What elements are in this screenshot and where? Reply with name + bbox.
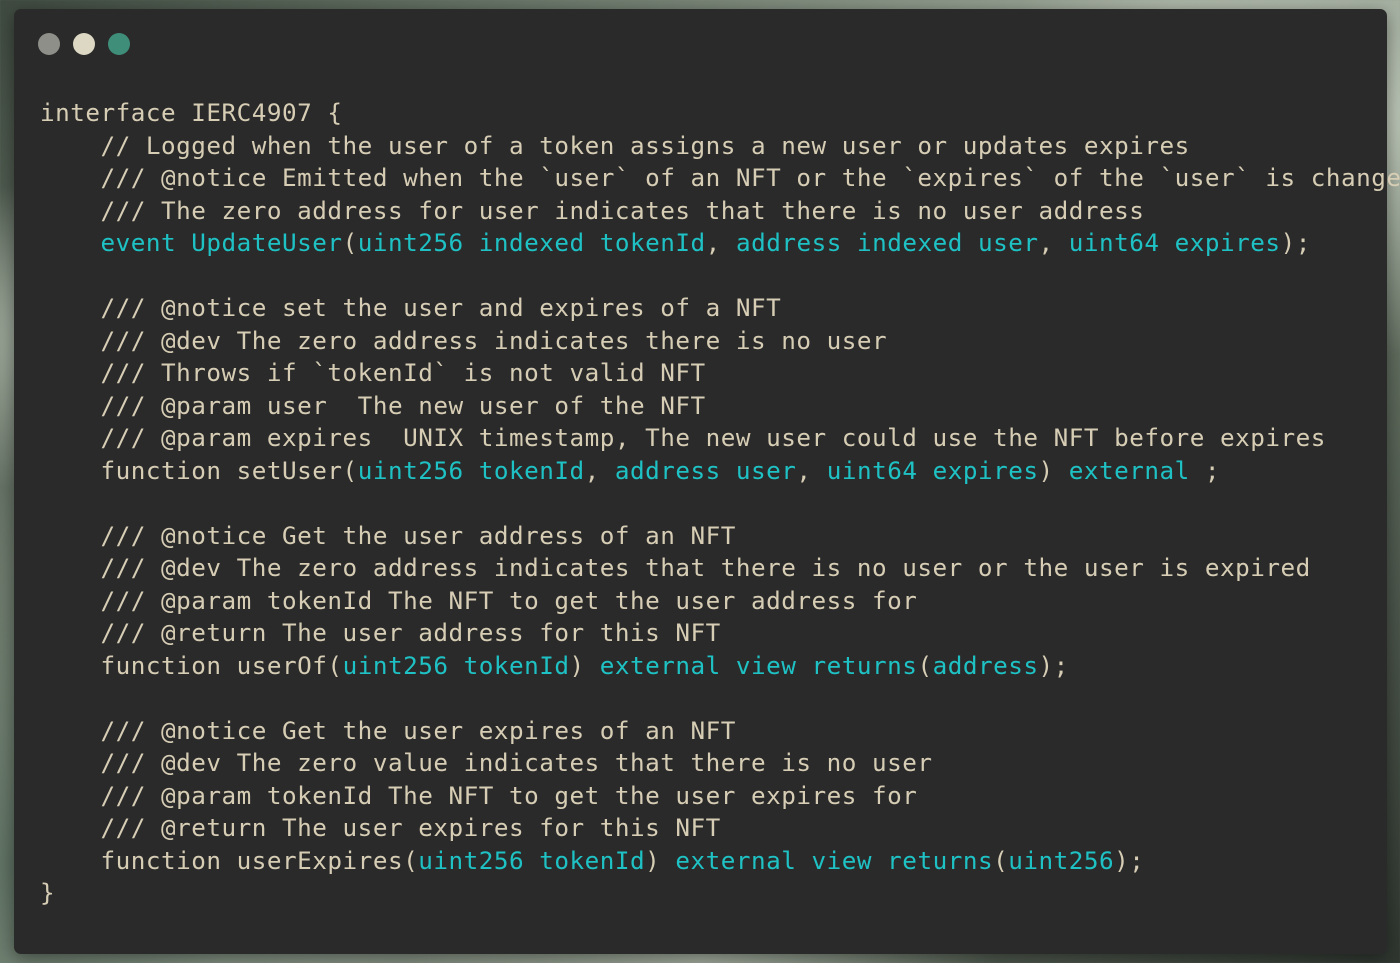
code-line: function setUser(uint256 tokenId, addres… (40, 455, 1400, 488)
code-text-token: /// @param expires UNIX timestamp, The n… (40, 423, 1326, 453)
code-line: /// @notice Emitted when the `user` of a… (40, 162, 1400, 195)
code-line: /// @notice set the user and expires of … (40, 292, 1400, 325)
code-window: interface IERC4907 { // Logged when the … (14, 9, 1400, 954)
code-line: } (40, 877, 1400, 910)
code-text-token: /// @notice set the user and expires of … (40, 292, 782, 322)
code-text-token: ) (569, 650, 600, 680)
code-keyword-token: address indexed user (735, 228, 1039, 258)
code-line: /// @param expires UNIX timestamp, The n… (40, 422, 1400, 455)
code-text-token: , (1038, 228, 1069, 258)
code-text-token: ); (1280, 228, 1311, 258)
code-text-token: ) (1038, 455, 1069, 485)
code-line: /// @return The user expires for this NF… (40, 812, 1400, 845)
code-line: /// @notice Get the user address of an N… (40, 520, 1400, 553)
code-text-token: ( (993, 845, 1009, 875)
code-text-token: function userOf( (40, 650, 343, 680)
code-text-token: ); (1114, 845, 1145, 875)
code-keyword-token: uint256 tokenId (342, 650, 570, 680)
code-text-token: ( (917, 650, 933, 680)
code-keyword-token: uint256 tokenId (418, 845, 646, 875)
code-text-token: /// @param user The new user of the NFT (40, 390, 706, 420)
code-text-token: function userExpires( (40, 845, 419, 875)
code-line: /// The zero address for user indicates … (40, 195, 1400, 228)
code-line: // Logged when the user of a token assig… (40, 130, 1400, 163)
code-text-token: , (705, 228, 736, 258)
code-text-token: /// @param tokenId The NFT to get the us… (40, 780, 918, 810)
code-text-token: ; (1189, 455, 1221, 485)
code-keyword-token: uint256 indexed tokenId (357, 228, 706, 258)
minimize-button[interactable] (73, 33, 95, 55)
code-line: function userOf(uint256 tokenId) externa… (40, 650, 1400, 683)
window-controls (38, 33, 130, 55)
code-text-token: /// @dev The zero address indicates ther… (40, 325, 888, 355)
zoom-button[interactable] (108, 33, 130, 55)
code-keyword-token: external view returns (675, 845, 994, 875)
code-text-token: interface IERC4907 { (40, 98, 343, 127)
code-keyword-token: address (932, 650, 1039, 680)
code-line: /// Throws if `tokenId` is not valid NFT (40, 357, 1400, 390)
code-text-token: ) (645, 845, 676, 875)
code-text-token: , (584, 455, 615, 485)
code-text-token: // Logged when the user of a token assig… (40, 130, 1190, 160)
code-text-token: /// @dev The zero value indicates that t… (40, 748, 933, 778)
code-text-token: /// @param tokenId The NFT to get the us… (40, 585, 918, 615)
close-button[interactable] (38, 33, 60, 55)
code-keyword-token: event UpdateUser (100, 228, 343, 258)
code-line: /// @dev The zero address indicates ther… (40, 325, 1400, 358)
code-line: /// @notice Get the user expires of an N… (40, 715, 1400, 748)
code-line: event UpdateUser(uint256 indexed tokenId… (40, 227, 1400, 260)
code-text-token: function setUser( (40, 455, 358, 485)
code-keyword-token: uint256 (1008, 845, 1115, 875)
code-text-token: , (796, 455, 827, 485)
code-text-token: /// @notice Get the user address of an N… (40, 520, 736, 550)
code-keyword-token: external (1068, 455, 1190, 485)
code-text-token: ( (342, 228, 358, 258)
code-line: /// @param tokenId The NFT to get the us… (40, 585, 1400, 618)
code-keyword-token: uint64 expires (1068, 228, 1281, 258)
code-keyword-token: address user (614, 455, 797, 485)
code-line: function userExpires(uint256 tokenId) ex… (40, 845, 1400, 878)
code-keyword-token: uint256 tokenId (357, 455, 585, 485)
code-line: /// @dev The zero address indicates that… (40, 552, 1400, 585)
code-line: /// @param user The new user of the NFT (40, 390, 1400, 423)
code-block: interface IERC4907 { // Logged when the … (40, 97, 1400, 910)
code-text-token: } (40, 878, 56, 908)
code-text-token: /// @dev The zero address indicates that… (40, 553, 1311, 583)
code-line: /// @dev The zero value indicates that t… (40, 747, 1400, 780)
code-text-token: ); (1038, 650, 1069, 680)
code-keyword-token: external view returns (599, 650, 918, 680)
code-text-token: /// The zero address for user indicates … (40, 195, 1145, 225)
code-keyword-token: uint64 expires (826, 455, 1039, 485)
code-line: interface IERC4907 { (40, 97, 1400, 130)
code-text-token: /// @return The user expires for this NF… (40, 813, 721, 843)
code-line: /// @return The user address for this NF… (40, 617, 1400, 650)
code-text-token: /// Throws if `tokenId` is not valid NFT (40, 358, 706, 388)
code-line: /// @param tokenId The NFT to get the us… (40, 780, 1400, 813)
code-text-token: /// @notice Get the user expires of an N… (40, 715, 736, 745)
code-text-token: /// @return The user address for this NF… (40, 618, 721, 648)
code-text-token: /// @notice Emitted when the `user` of a… (40, 163, 1400, 193)
